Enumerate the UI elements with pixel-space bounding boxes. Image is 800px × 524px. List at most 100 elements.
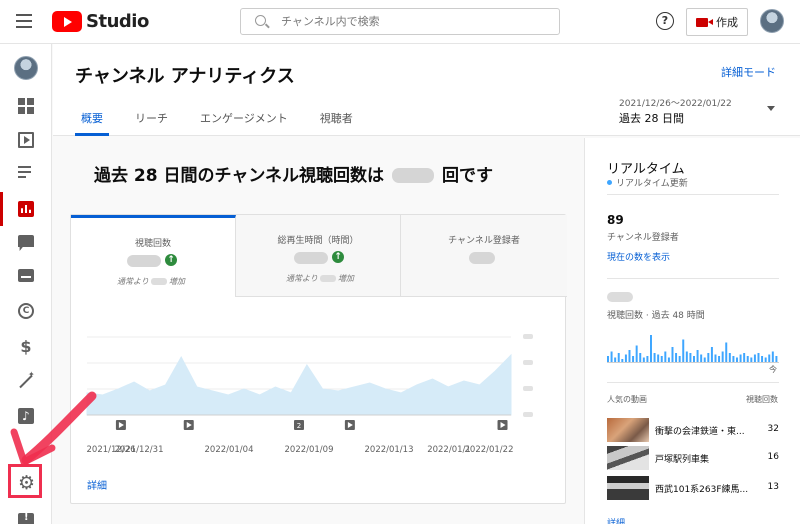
show-current-count-link[interactable]: 現在の数を表示	[607, 250, 670, 263]
hourly-bar	[739, 354, 742, 362]
video-views: 13	[767, 482, 779, 492]
sidebar-item-monetization[interactable]: $	[0, 330, 52, 364]
hourly-bar	[750, 357, 753, 362]
y-tick-label	[523, 386, 533, 391]
video-thumbnail[interactable]	[607, 476, 649, 500]
date-range-label[interactable]: 過去 28 日間	[619, 110, 684, 126]
realtime-subtitle: リアルタイム更新	[607, 176, 688, 189]
hourly-bar	[646, 356, 649, 362]
dashboard-icon	[18, 98, 34, 114]
tab-overview[interactable]: 概要	[75, 110, 109, 136]
metric-subscribers[interactable]: チャンネル登録者	[401, 215, 567, 297]
hourly-bar	[607, 356, 609, 362]
copyright-icon: C	[18, 303, 34, 319]
marker-count-label: 2	[297, 422, 301, 430]
logo-text: Studio	[86, 11, 149, 32]
account-avatar[interactable]	[760, 9, 784, 33]
metric-views[interactable]: 視聴回数 ↑ 通常より 増加	[71, 215, 236, 297]
hourly-bar	[664, 351, 667, 362]
advanced-mode-link[interactable]: 詳細モード	[721, 64, 776, 80]
blurred-view-count	[391, 168, 434, 183]
search-box[interactable]	[240, 8, 560, 35]
search-input[interactable]	[281, 12, 551, 31]
help-icon[interactable]: ?	[656, 12, 674, 30]
hourly-bar	[714, 354, 717, 362]
views-area-series	[86, 353, 512, 416]
tab-engagement[interactable]: エンゲージメント	[200, 110, 288, 136]
y-tick-label	[523, 334, 533, 339]
hourly-bar	[628, 350, 631, 362]
sidebar-item-customization[interactable]	[0, 364, 52, 398]
menu-icon[interactable]	[16, 14, 32, 28]
realtime-detail-link[interactable]: 詳細	[607, 516, 625, 524]
chart-detail-link[interactable]: 詳細	[87, 477, 107, 492]
divider	[607, 278, 779, 279]
hourly-bar	[710, 347, 713, 362]
tab-reach[interactable]: リーチ	[135, 110, 168, 136]
y-tick-label	[523, 360, 533, 365]
sidebar: C $ ⚙	[0, 44, 52, 524]
x-tick-label: 2022/01/22	[465, 445, 514, 455]
hourly-bar	[700, 354, 703, 362]
sidebar-item-dashboard[interactable]	[0, 89, 52, 123]
popular-videos-header: 人気の動画	[607, 395, 647, 404]
audio-library-icon	[18, 408, 34, 424]
analytics-header: チャンネル アナリティクス 詳細モード 概要 リーチ エンゲージメント 視聴者 …	[53, 44, 800, 136]
arrow-up-icon: ↑	[165, 254, 177, 266]
hourly-bar	[746, 356, 749, 362]
sidebar-item-copyright[interactable]: C	[0, 294, 52, 328]
popular-video-row[interactable]: 衝撃の会津鉄道・東... 32	[607, 418, 779, 444]
chevron-down-icon[interactable]	[767, 106, 775, 111]
video-thumbnail[interactable]	[607, 418, 649, 442]
hourly-bar	[696, 350, 699, 362]
hourly-bar	[639, 353, 642, 362]
blurred-value	[294, 252, 328, 264]
hourly-views-bars	[607, 335, 779, 363]
hourly-bar	[650, 335, 652, 362]
sidebar-item-feedback[interactable]	[0, 504, 52, 524]
sidebar-item-playlists[interactable]	[0, 157, 52, 191]
video-title[interactable]: 西武101系263F練馬...	[655, 482, 753, 495]
create-label: 作成	[716, 16, 738, 29]
date-range-text[interactable]: 2021/12/26～2022/01/22	[619, 96, 732, 109]
hourly-bar	[693, 356, 695, 362]
hourly-bar	[632, 356, 635, 362]
arrow-up-icon: ↑	[332, 251, 344, 263]
hourly-bar	[757, 353, 760, 362]
y-tick-label	[523, 412, 533, 417]
video-title[interactable]: 戸塚駅列車集	[655, 452, 753, 465]
hourly-bar	[610, 351, 613, 362]
studio-logo[interactable]: Studio	[52, 11, 149, 32]
popular-video-row[interactable]: 戸塚駅列車集 16	[607, 446, 779, 472]
x-tick-label: 2021/12/31	[115, 445, 164, 455]
feedback-icon	[18, 513, 34, 524]
hourly-bar	[703, 357, 706, 362]
hourly-bar	[635, 345, 638, 362]
metric-watch-time[interactable]: 総再生時間（時間） ↑ 通常より 増加	[236, 215, 401, 297]
hourly-bar	[736, 357, 738, 362]
video-title[interactable]: 衝撃の会津鉄道・東...	[655, 424, 753, 437]
comment-icon	[18, 235, 34, 251]
channel-avatar[interactable]	[14, 56, 38, 80]
realtime-panel: リアルタイム リアルタイム更新 89 チャンネル登録者 現在の数を表示 視聴回数…	[584, 138, 800, 524]
blurred-realtime-views	[607, 292, 633, 302]
overview-card: 視聴回数 ↑ 通常より 増加 総再生時間（時間） ↑ 通常より 増加 チャンネル登録…	[70, 214, 567, 504]
metric-label: チャンネル登録者	[448, 236, 520, 246]
sidebar-item-content[interactable]	[0, 123, 52, 157]
hourly-bar	[617, 353, 620, 362]
sidebar-item-audio-library[interactable]	[0, 399, 52, 433]
hourly-bar	[768, 354, 771, 362]
hourly-bar	[657, 354, 660, 362]
hourly-bar	[775, 356, 778, 362]
top-bar: Studio ? 作成	[0, 0, 800, 44]
sidebar-item-analytics[interactable]	[0, 192, 52, 226]
subscriber-count: 89	[607, 213, 624, 227]
sidebar-item-comments[interactable]	[0, 226, 52, 260]
metric-sub: 通常より 増加	[286, 274, 354, 283]
create-button[interactable]: 作成	[686, 8, 748, 36]
sidebar-item-subtitles[interactable]	[0, 258, 52, 292]
video-thumbnail[interactable]	[607, 446, 649, 470]
views-48h-label: 視聴回数 · 過去 48 時間	[607, 311, 705, 321]
tab-audience[interactable]: 視聴者	[320, 110, 353, 136]
popular-video-row[interactable]: 西武101系263F練馬... 13	[607, 476, 779, 502]
